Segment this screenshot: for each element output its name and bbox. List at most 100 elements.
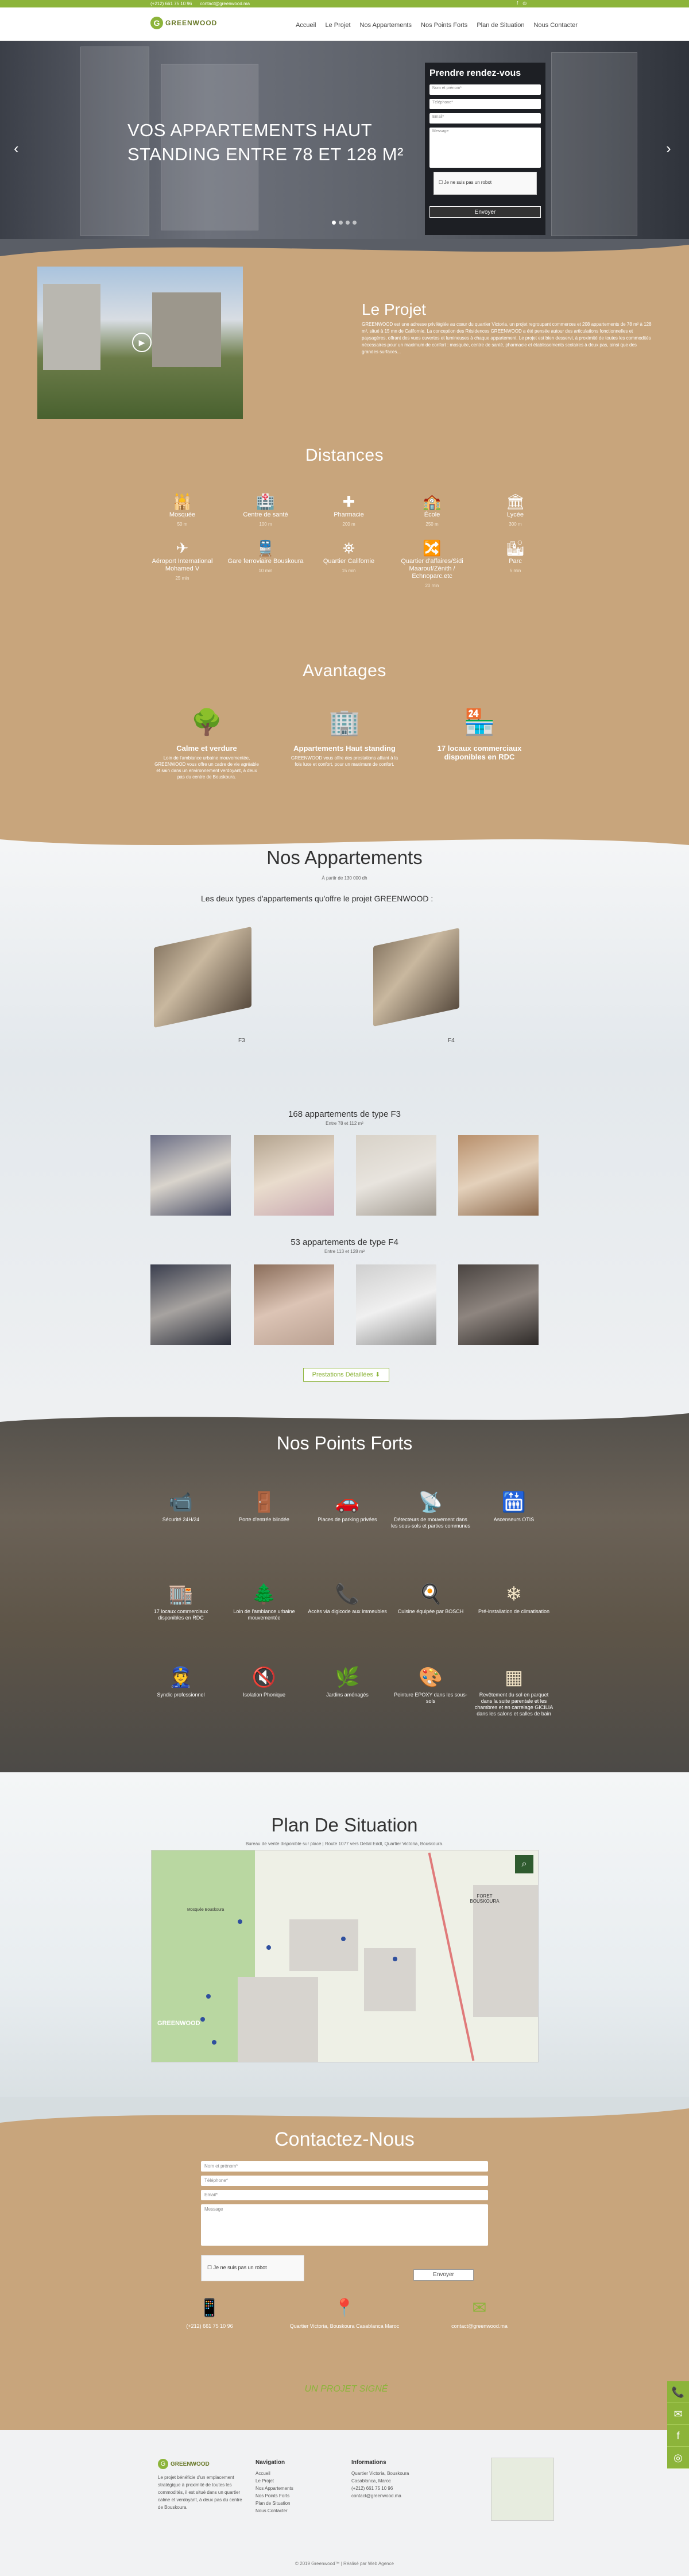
next-arrow-icon[interactable]: › [666,140,671,157]
advantage-title: Calme et verdure [176,744,237,753]
footer-link[interactable]: Le Projet [256,2477,293,2485]
plan-f3-image[interactable] [154,926,251,1028]
side-email-icon[interactable]: ✉ [667,2403,689,2425]
f4-photo[interactable] [150,1264,231,1345]
signed-project-label: UN PROJET SIGNÉ [304,2384,388,2394]
side-facebook-icon[interactable]: f [667,2425,689,2447]
contact-message-input[interactable]: Message [201,2204,488,2246]
point-fort-icon: ▦ [504,1667,524,1688]
distance-value: 100 m [259,522,272,527]
footer-link[interactable]: Nos Points Forts [256,2492,293,2500]
apts-subtitle: À partir de 130 000 dh [322,876,367,881]
footer-link[interactable]: Nos Appartements [256,2485,293,2492]
site-logo[interactable]: G GREENWOOD [150,17,217,29]
contact-phone[interactable]: (+212) 661 75 10 96 [152,2323,267,2329]
building-icon: 🏢 [328,708,361,736]
footer-map[interactable] [491,2458,554,2521]
point-fort-label: Détecteurs de mouvement dans les sous-so… [390,1517,471,1529]
logo-mark: G [150,17,163,29]
distance-value: 300 m [509,522,522,527]
nav-accueil[interactable]: Accueil [296,22,316,29]
play-icon[interactable]: ▶ [132,333,152,352]
distance-label: Lycée [507,511,524,518]
appointment-message-input[interactable]: Message [429,128,541,168]
footer-link[interactable]: Plan de Situation [256,2500,293,2507]
slider-dot[interactable] [353,221,357,225]
instagram-icon[interactable]: ◎ [522,1,527,6]
f3-photo[interactable] [150,1135,231,1216]
distance-icon: 🏫 [423,493,442,510]
footer-email[interactable]: contact@greenwood.ma [351,2492,409,2500]
contact-email-input[interactable]: Email* [201,2190,488,2200]
f3-photo[interactable] [356,1135,436,1216]
prev-arrow-icon[interactable]: ‹ [14,140,19,157]
distance-item: ✚ Pharmacie 200 m [307,492,390,528]
f3-title: 168 appartements de type F3 [288,1109,401,1119]
distance-value: 250 m [425,522,439,527]
point-fort-icon: 🏬 [168,1583,193,1605]
situation-map[interactable]: FORET BOUSKOURA Mosquée Bouskoura GREENW… [151,1850,539,2062]
side-instagram-icon[interactable]: ◎ [667,2447,689,2469]
distance-value: 25 min [175,576,189,581]
point-fort-item: 🚪 Porte d'entrée blindée [224,1488,304,1523]
recaptcha-checkbox[interactable]: ☐ Je ne suis pas un robot [433,172,537,195]
f4-photo[interactable] [356,1264,436,1345]
facebook-icon[interactable]: f [517,1,518,6]
contact-name-input[interactable]: Nom et prénom* [201,2161,488,2172]
point-fort-label: Isolation Phonique [242,1692,286,1698]
contact-address-block: 📍 Quartier Victoria, Bouskoura Casablanca… [287,2298,402,2329]
f4-surface: Entre 113 et 128 m² [324,1249,365,1254]
appointment-email-input[interactable]: Email* [429,113,541,124]
map-search-icon[interactable]: ⌕ [515,1855,533,1873]
distance-icon: 🏥 [256,493,275,510]
topbar-email[interactable]: contact@greenwood.ma [200,1,250,6]
nav-contact[interactable]: Nous Contacter [533,22,577,29]
distance-item: ✈ Aéroport International Mohamed V 25 min [141,538,224,589]
footer-link[interactable]: Accueil [256,2470,293,2477]
appointment-form: Prendre rendez-vous Nom et prénom* Télép… [425,63,545,235]
contact-send-button[interactable]: Envoyer [413,2269,474,2281]
prestations-button[interactable]: Prestations Détaillées ⬇ [303,1368,389,1382]
footer-link[interactable]: Nous Contacter [256,2507,293,2515]
f4-photo[interactable] [254,1264,334,1345]
location-pin-icon: 📍 [334,2299,355,2317]
slider-dot[interactable] [339,221,343,225]
appointment-form-title: Prendre rendez-vous [429,68,521,78]
nav-appartements[interactable]: Nos Appartements [360,22,412,29]
distance-item: 🏙 Parc 5 min [474,538,557,589]
f4-photo[interactable] [458,1264,539,1345]
nav-projet[interactable]: Le Projet [325,22,350,29]
appointment-send-button[interactable]: Envoyer [429,206,541,218]
nav-situation[interactable]: Plan de Situation [477,22,524,29]
point-fort-item: 📞 Accès via digicode aux immeubles [307,1580,388,1615]
footer-nav-title: Navigation [256,2459,285,2466]
distance-item: 🔀 Quartier d'affaires/Sidi Maarouf/Zénith… [390,538,474,589]
top-bar: (+212) 661 75 10 96 contact@greenwood.ma … [0,0,689,7]
contact-email[interactable]: contact@greenwood.ma [422,2323,537,2329]
contact-recaptcha-checkbox[interactable]: ☐ Je ne suis pas un robot [201,2255,304,2281]
side-phone-icon[interactable]: 📞 [667,2381,689,2403]
advantage-item: 🏪 17 locaux commerciaux disponibles en RD… [425,707,534,763]
point-fort-icon: 🌿 [335,1667,360,1688]
logo-text: GREENWOOD [165,19,218,27]
contact-phone-input[interactable]: Téléphone* [201,2176,488,2186]
slider-dot[interactable] [346,221,350,225]
topbar-phone[interactable]: (+212) 661 75 10 96 [150,1,192,6]
distance-label: Gare ferroviaire Bouskoura [227,558,304,565]
projet-video[interactable]: ▶ [37,267,243,419]
appointment-phone-input[interactable]: Téléphone* [429,99,541,109]
nav-points-forts[interactable]: Nos Points Forts [421,22,467,29]
plan-f4-image[interactable] [373,928,459,1027]
situation-section: Plan De Situation Bureau de vente dispon… [0,1772,689,2128]
appointment-name-input[interactable]: Nom et prénom* [429,84,541,95]
f3-photo[interactable] [254,1135,334,1216]
point-fort-item: 🔇 Isolation Phonique [224,1663,304,1698]
slider-dot[interactable] [332,221,336,225]
phone-icon: 📱 [199,2299,220,2317]
footer-phone[interactable]: (+212) 661 75 10 96 [351,2485,409,2492]
point-fort-item: ❄ Pré-installation de climatisation [474,1580,554,1615]
side-contact-bar: 📞 ✉ f ◎ [667,2381,689,2469]
avantages-title: Avantages [303,661,386,680]
footer-about: G GREENWOOD Le projet bénéficie d'un empl… [158,2459,244,2511]
f3-photo[interactable] [458,1135,539,1216]
